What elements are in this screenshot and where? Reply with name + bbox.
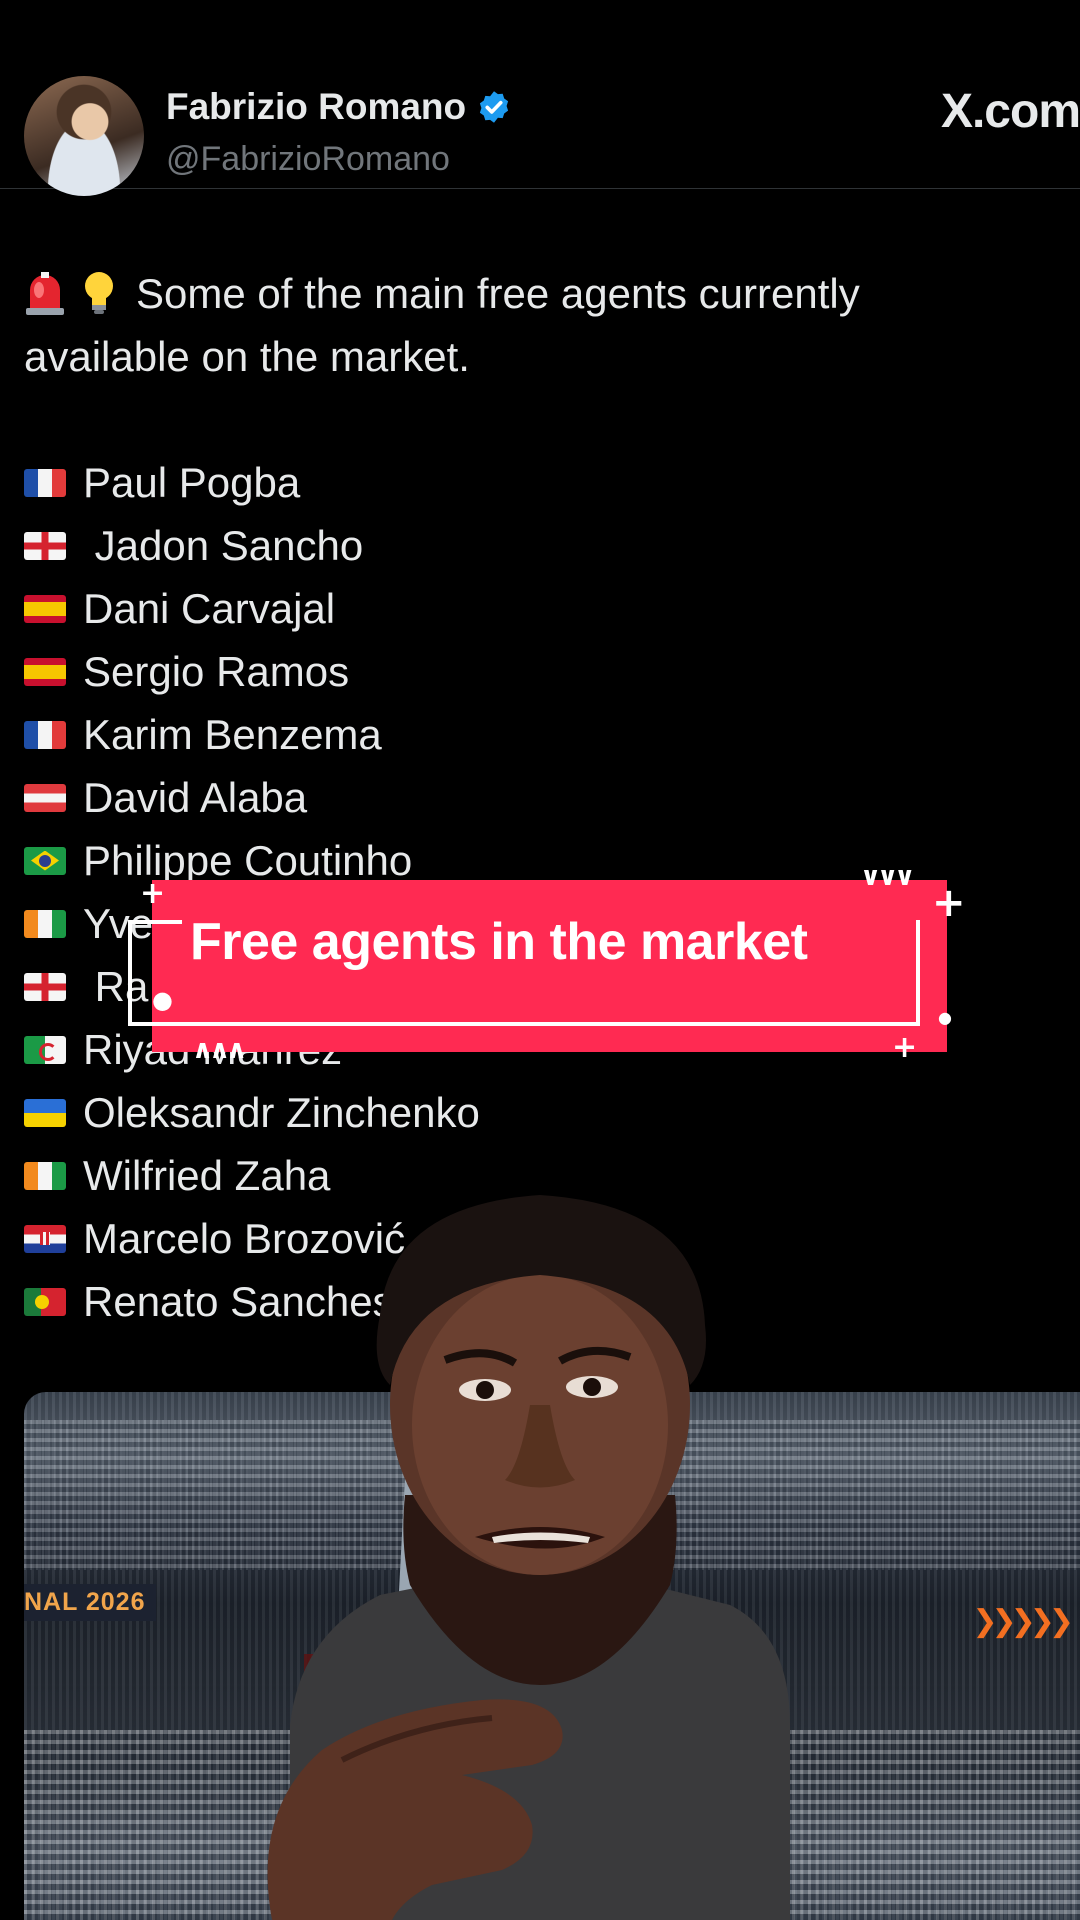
siren-emoji-icon xyxy=(26,272,64,315)
flag-ukraine-icon xyxy=(24,1098,66,1127)
plus-icon: + xyxy=(140,876,166,911)
banner-title: Free agents in the market xyxy=(190,913,808,971)
player-name: Karim Benzema xyxy=(83,711,382,758)
flag-france-icon xyxy=(24,468,66,497)
avatar[interactable] xyxy=(24,76,144,196)
list-item: Oleksandr Zinchenko xyxy=(24,1081,480,1144)
flag-austria-icon xyxy=(24,783,66,812)
dot-icon: ● xyxy=(938,1008,952,1027)
flag-portugal-icon xyxy=(24,1287,66,1316)
flag-england-icon xyxy=(24,972,66,1001)
x-logo-icon: X.com xyxy=(940,85,1080,138)
flag-england-icon xyxy=(24,531,66,560)
tweet-text: Some of the main free agents currently a… xyxy=(24,262,1034,388)
player-name: Sergio Ramos xyxy=(83,648,350,695)
author-name[interactable]: Fabrizio Romano xyxy=(166,86,466,128)
hand-image xyxy=(267,1699,563,1920)
list-item: Dani Carvajal xyxy=(24,577,480,640)
tweet-intro-line2: available on the market. xyxy=(24,333,470,380)
player-name: Paul Pogba xyxy=(83,459,301,506)
flag-brazil-icon xyxy=(24,846,66,875)
plus-icon: + xyxy=(892,1030,918,1065)
site-label: X.com xyxy=(941,84,1080,139)
tweet-header: Fabrizio Romano @FabrizioRomano X.com xyxy=(0,0,1080,196)
author-handle[interactable]: @FabrizioRomano xyxy=(166,140,450,179)
chevrons-decoration: ❯❯❯❯❯ xyxy=(972,1605,1074,1638)
flag-croatia-icon xyxy=(24,1224,66,1253)
caption-banner: Free agents in the market + ∨∨∨ ∧∧∧ + + … xyxy=(128,862,966,1065)
player-name: Oleksandr Zinchenko xyxy=(83,1089,480,1136)
verified-badge-icon xyxy=(480,91,509,123)
flag-spain-icon xyxy=(24,594,66,623)
list-item: Jadon Sancho xyxy=(24,514,480,577)
list-item: Sergio Ramos xyxy=(24,640,480,703)
zigzag-icon: ∧∧∧ xyxy=(192,1035,247,1065)
tweet-intro-text: Some of the main free agents currently xyxy=(136,270,860,317)
flag-france-icon xyxy=(24,720,66,749)
flag-ivory-coast-icon xyxy=(24,909,66,938)
zigzag-icon: ∨∨∨ xyxy=(860,862,915,892)
list-item: David Alaba xyxy=(24,766,480,829)
author-row: Fabrizio Romano xyxy=(166,86,512,128)
plus-icon: + xyxy=(932,880,966,926)
list-item: Karim Benzema xyxy=(24,703,480,766)
player-name: Jadon Sancho xyxy=(83,522,364,569)
flag-ivory-coast-icon xyxy=(24,1161,66,1190)
banner-frame-corner xyxy=(128,920,182,924)
player-name: Dani Carvajal xyxy=(83,585,336,632)
player-name: David Alaba xyxy=(83,774,308,821)
light-bulb-emoji-icon xyxy=(85,272,113,314)
tweet-intro: Some of the main free agents currently xyxy=(24,262,1034,325)
list-item: Paul Pogba xyxy=(24,451,480,514)
flag-spain-icon xyxy=(24,657,66,686)
stadium-sign: NAL 2026 xyxy=(24,1584,156,1621)
dot-icon: ● xyxy=(152,986,173,1014)
flag-algeria-icon xyxy=(24,1035,66,1064)
